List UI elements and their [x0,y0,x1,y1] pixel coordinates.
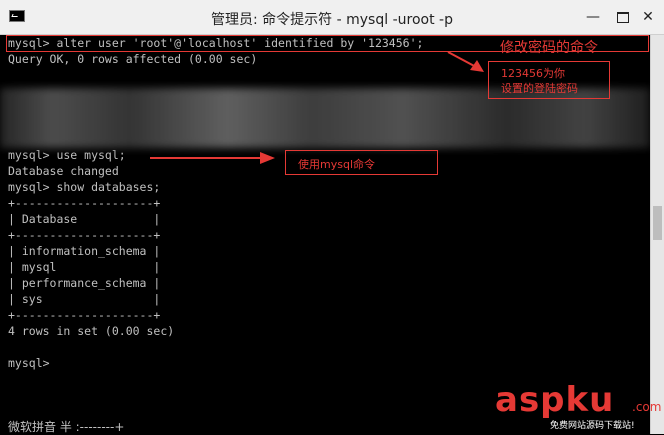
watermark-domain: .com [632,400,662,414]
arrowhead-icon [470,60,484,72]
ime-status-bar[interactable]: 微软拼音 半 :--------+ [8,418,124,435]
watermark-subtitle: 免费网站源码下载站! [550,421,635,431]
annotation-arrows [150,51,484,164]
arrowhead-icon [260,152,275,164]
watermark-logo: aspku [495,380,615,420]
